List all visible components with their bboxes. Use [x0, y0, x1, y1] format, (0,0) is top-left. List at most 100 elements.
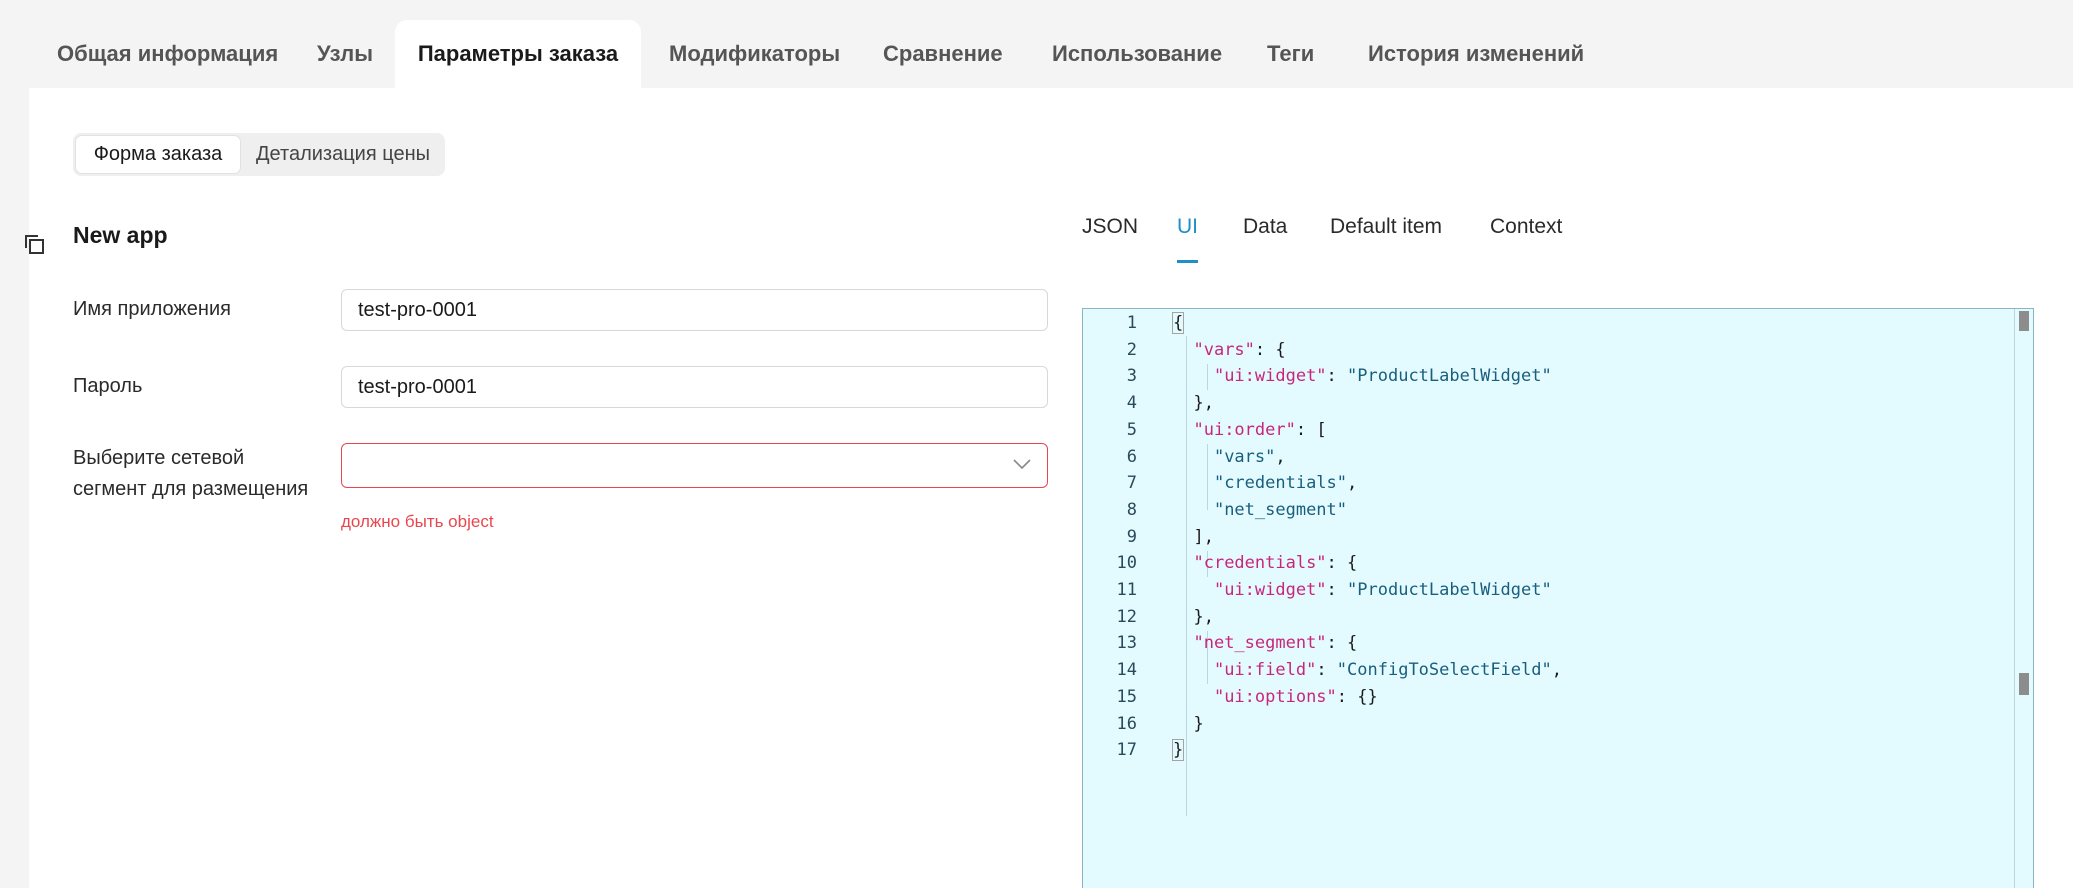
form-title: New app	[73, 222, 168, 248]
json-punctuation	[1173, 500, 1214, 520]
net-segment-error: должно быть object	[341, 512, 494, 531]
json-key: "net_segment"	[1193, 633, 1327, 654]
line-number: 15	[1116, 686, 1137, 707]
code-editor[interactable]: 1{2 "vars": {3 "ui:widget": "ProductLabe…	[1082, 308, 2034, 888]
code-line: {	[1171, 312, 1185, 334]
tab-data[interactable]: Data	[1243, 215, 1287, 239]
tab-default-item[interactable]: Default item	[1330, 215, 1442, 239]
form-view-switch: Форма заказа Детализация цены	[73, 133, 445, 176]
line-number: 6	[1126, 446, 1137, 467]
json-punctuation: },	[1173, 606, 1214, 627]
net-segment-label-line1: Выберите сетевой	[73, 447, 245, 469]
line-number: 2	[1126, 339, 1137, 360]
chevron-down-icon	[1013, 459, 1031, 470]
json-punctuation	[1173, 687, 1214, 707]
app-name-input[interactable]	[341, 289, 1048, 331]
code-line: "ui:widget": "ProductLabelWidget"	[1173, 366, 1552, 386]
password-input[interactable]	[341, 366, 1048, 408]
json-punctuation	[1173, 633, 1193, 653]
json-punctuation: }	[1173, 713, 1204, 734]
line-number: 9	[1126, 526, 1137, 547]
active-tab-indicator	[1177, 260, 1198, 263]
json-key: "ui:order"	[1193, 419, 1296, 440]
json-punctuation: :	[1326, 366, 1348, 387]
password-label: Пароль	[73, 375, 143, 397]
scrollbar-marker	[2019, 673, 2029, 695]
json-punctuation: :	[1326, 580, 1348, 600]
tab-general-info[interactable]: Общая информация	[57, 20, 278, 88]
code-line: "ui:order": [	[1173, 419, 1327, 440]
tab-nodes[interactable]: Узлы	[317, 20, 373, 88]
line-number: 11	[1116, 580, 1137, 600]
json-punctuation	[1173, 473, 1214, 493]
tab-comparison[interactable]: Сравнение	[883, 20, 1003, 88]
json-punctuation: ],	[1173, 526, 1214, 547]
json-punctuation	[1173, 420, 1193, 440]
line-number: 1	[1126, 313, 1137, 333]
json-punctuation	[1173, 340, 1193, 360]
json-punctuation: ,	[1551, 660, 1562, 681]
app-name-label: Имя приложения	[73, 298, 231, 320]
line-number: 7	[1126, 473, 1137, 494]
json-string: "ProductLabelWidget"	[1347, 580, 1552, 600]
top-tab-bar: Общая информация Узлы Параметры заказа М…	[0, 0, 2073, 88]
line-number: 12	[1116, 606, 1137, 627]
code-line: }	[1171, 739, 1185, 762]
json-string: "vars"	[1213, 446, 1276, 467]
json-punctuation	[1173, 447, 1214, 467]
tab-usage[interactable]: Использование	[1052, 20, 1222, 88]
json-key: "vars"	[1193, 339, 1255, 360]
json-string: "net_segment"	[1213, 499, 1348, 520]
line-number: 17	[1116, 740, 1137, 761]
json-punctuation: ,	[1347, 473, 1358, 494]
net-segment-select[interactable]	[341, 443, 1048, 488]
json-key: "credentials"	[1193, 553, 1327, 574]
json-punctuation: },	[1173, 393, 1214, 414]
code-line: "vars": {	[1173, 339, 1286, 360]
json-punctuation: : {	[1326, 633, 1358, 654]
json-punctuation: : {	[1326, 553, 1358, 574]
json-punctuation	[1173, 553, 1193, 573]
order-form-button[interactable]: Форма заказа	[76, 136, 240, 173]
json-punctuation: :	[1316, 660, 1337, 681]
tab-order-parameters[interactable]: Параметры заказа	[395, 20, 641, 88]
json-punctuation: }	[1171, 739, 1185, 762]
tab-ui[interactable]: UI	[1177, 215, 1198, 239]
json-punctuation: : [	[1295, 419, 1327, 440]
json-key: "ui:widget"	[1213, 580, 1327, 600]
json-key: "ui:widget"	[1213, 366, 1327, 387]
line-number: 13	[1116, 633, 1137, 654]
json-punctuation: : {}	[1336, 686, 1378, 707]
json-punctuation	[1173, 660, 1214, 680]
line-number: 8	[1126, 499, 1137, 520]
net-segment-label-line2: сегмент для размещения	[73, 478, 309, 500]
json-punctuation: : {	[1254, 339, 1286, 360]
code-line: "ui:field": "ConfigToSelectField",	[1173, 660, 1562, 680]
code-line: "vars",	[1173, 447, 1286, 467]
json-key: "ui:options"	[1213, 686, 1337, 707]
line-number: 3	[1126, 366, 1137, 387]
line-number: 14	[1116, 660, 1137, 681]
tab-json[interactable]: JSON	[1082, 215, 1138, 239]
json-punctuation	[1173, 366, 1214, 386]
code-line: },	[1173, 393, 1214, 414]
code-line: "ui:options": {}	[1173, 687, 1378, 707]
json-string: "ProductLabelWidget"	[1347, 366, 1552, 387]
line-number: 5	[1126, 419, 1137, 440]
json-punctuation	[1173, 580, 1214, 600]
copy-icon[interactable]	[22, 232, 46, 256]
scrollbar-thumb[interactable]	[2019, 311, 2029, 331]
net-segment-label: Выберите сетевой сегмент для размещения	[73, 443, 308, 505]
json-string: "ConfigToSelectField"	[1336, 660, 1552, 681]
json-punctuation: ,	[1275, 446, 1286, 467]
tab-tags[interactable]: Теги	[1267, 20, 1314, 88]
tab-change-history[interactable]: История изменений	[1368, 20, 1584, 88]
line-number: 4	[1126, 393, 1137, 414]
tab-modifiers[interactable]: Модификаторы	[669, 20, 840, 88]
line-number: 10	[1116, 553, 1137, 574]
editor-scrollbar[interactable]	[2014, 309, 2033, 888]
code-line: ],	[1173, 526, 1214, 547]
tab-context[interactable]: Context	[1490, 215, 1562, 239]
code-line: "credentials",	[1173, 473, 1357, 493]
price-details-button[interactable]: Детализация цены	[243, 136, 443, 173]
